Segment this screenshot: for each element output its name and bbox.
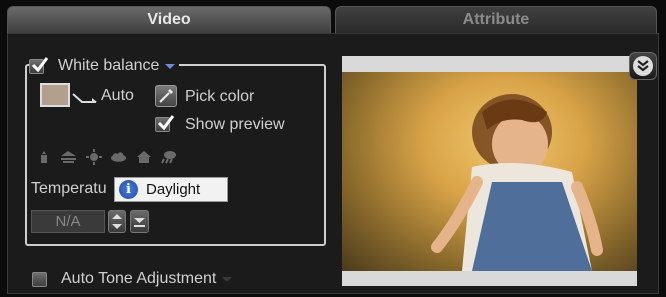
tab-attribute[interactable]: Attribute [335,6,657,33]
show-preview-label: Show preview [185,116,285,133]
auto-tone-checkbox[interactable] [32,271,47,287]
info-icon: i [119,180,138,199]
chevron-down-icon[interactable] [165,63,176,69]
color-swatch[interactable] [40,83,70,107]
arrow-right-icon [72,93,97,103]
temperature-spinner[interactable] [108,210,126,233]
expand-button[interactable] [629,52,657,80]
fluorescent-icon[interactable] [60,150,77,164]
overcast-icon[interactable] [160,150,177,164]
eyedropper-icon [159,89,173,103]
white-balance-presets [35,149,177,165]
chevron-down-icon[interactable] [222,276,233,282]
pick-color-button[interactable] [155,85,177,107]
shade-icon[interactable] [135,150,152,164]
checkmark-icon [31,56,49,72]
pick-color-label: Pick color [185,88,255,105]
auto-tone-label: Auto Tone Adjustment [61,270,217,287]
preview-image [342,72,637,271]
sun-icon[interactable] [85,149,102,165]
tooltip: i Daylight [114,177,228,202]
temperature-label: Temperatu [31,180,107,197]
show-preview-checkbox[interactable] [155,115,175,132]
double-chevron-down-icon [633,56,653,76]
tab-video[interactable]: Video [7,6,331,33]
white-balance-header: White balance [29,56,180,76]
auto-tone-row: Auto Tone Adjustment [32,270,233,288]
cloudy-icon[interactable] [110,150,127,164]
temperature-dropdown-button[interactable] [130,210,149,233]
white-balance-label: White balance [58,57,160,74]
candle-icon[interactable] [35,150,52,164]
dropdown-arrow-icon [134,218,145,227]
tab-bar: Video Attribute [5,6,661,33]
temperature-value-field[interactable]: N/A [31,210,105,233]
spin-arrows-icon [112,214,122,229]
checkmark-icon [157,115,175,131]
tooltip-text: Daylight [146,181,201,198]
white-balance-checkbox[interactable] [29,56,49,74]
auto-label: Auto [101,87,134,104]
